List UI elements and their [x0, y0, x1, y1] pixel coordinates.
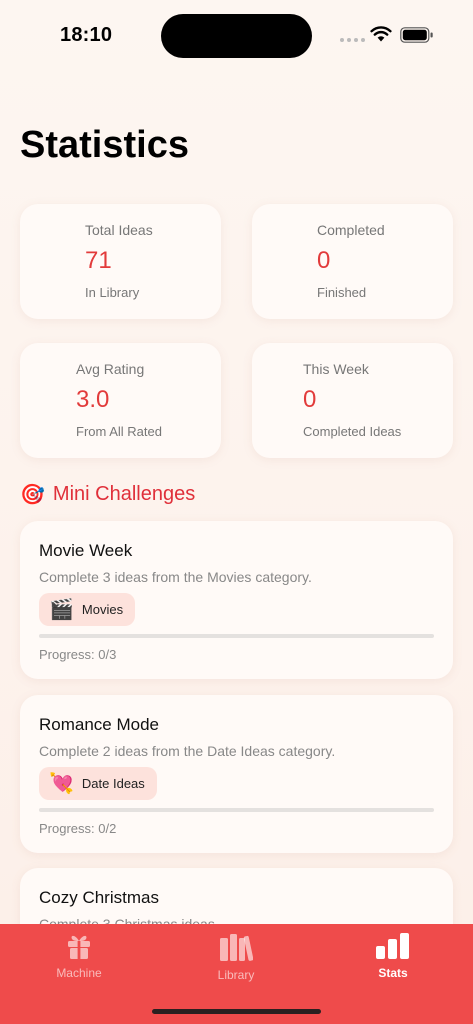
challenge-card-movie-week[interactable]: Movie Week Complete 3 ideas from the Mov…: [20, 521, 453, 679]
stat-value: 71: [85, 247, 112, 274]
stat-subtitle: From All Rated: [76, 424, 162, 439]
cellular-signal-icon: [340, 38, 365, 42]
challenge-description: Complete 2 ideas from the Date Ideas cat…: [39, 743, 336, 759]
status-bar: 18:10: [0, 0, 473, 70]
progress-bar: [39, 634, 434, 638]
challenge-card-romance-mode[interactable]: Romance Mode Complete 2 ideas from the D…: [20, 695, 453, 853]
mini-challenges-heading: 🎯 Mini Challenges: [20, 482, 195, 507]
bar-chart-icon: [376, 933, 409, 959]
progress-bar: [39, 808, 434, 812]
category-label: Movies: [81, 602, 124, 617]
clapperboard-icon: 🎬: [49, 599, 74, 621]
page-title: Statistics: [20, 124, 189, 166]
stat-label: Completed: [317, 222, 385, 238]
battery-icon: [400, 27, 433, 43]
stat-card-completed: Completed 0 Finished: [252, 204, 453, 319]
stat-card-total-ideas: Total Ideas 71 In Library: [20, 204, 221, 319]
tab-label: Library: [217, 968, 255, 982]
category-label: Date Ideas: [81, 776, 145, 791]
challenge-title: Cozy Christmas: [39, 888, 159, 907]
tab-library[interactable]: Library: [176, 932, 296, 982]
challenge-title: Movie Week: [39, 541, 133, 560]
challenge-title: Romance Mode: [39, 715, 160, 734]
gift-icon: [68, 935, 90, 959]
category-badge: 🎬 Movies: [39, 593, 136, 626]
stat-subtitle: Completed Ideas: [303, 424, 402, 439]
stat-card-avg-rating: Avg Rating 3.0 From All Rated: [20, 343, 221, 458]
section-title: Mini Challenges: [52, 483, 196, 505]
tab-machine[interactable]: Machine: [19, 932, 139, 980]
category-badge: 💘 Date Ideas: [39, 767, 157, 800]
stat-label: Total Ideas: [85, 222, 153, 238]
stat-label: Avg Rating: [76, 361, 145, 377]
status-time: 18:10: [60, 24, 113, 46]
stat-card-this-week: This Week 0 Completed Ideas: [252, 343, 453, 458]
heart-arrow-icon: 💘: [49, 773, 74, 795]
stat-value: 0: [317, 247, 331, 274]
target-icon: 🎯: [20, 484, 45, 506]
tab-label: Machine: [56, 966, 102, 980]
challenge-description: Complete 3 ideas from the Movies categor…: [39, 569, 312, 585]
stat-label: This Week: [303, 361, 369, 377]
wifi-icon: [370, 26, 392, 42]
tab-stats[interactable]: Stats: [333, 932, 453, 980]
tab-label: Stats: [378, 966, 408, 980]
progress-text: Progress: 0/2: [39, 821, 117, 836]
stat-value: 0: [303, 386, 317, 413]
books-icon: [220, 934, 253, 961]
stat-subtitle: In Library: [85, 285, 140, 300]
home-indicator: [152, 1009, 321, 1014]
stat-value: 3.0: [76, 386, 110, 413]
progress-text: Progress: 0/3: [39, 647, 117, 662]
stat-subtitle: Finished: [317, 285, 367, 300]
dynamic-island: [161, 14, 312, 58]
